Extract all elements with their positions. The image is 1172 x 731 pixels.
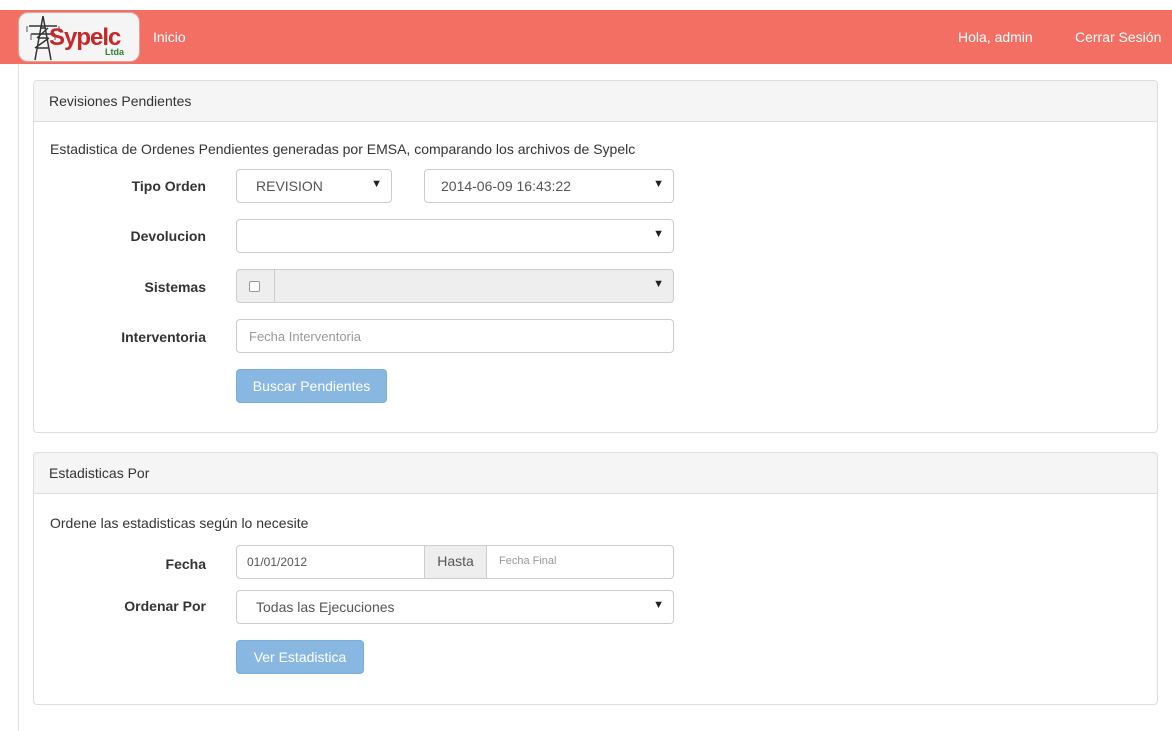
- logout-link[interactable]: Cerrar Sesión: [1075, 29, 1161, 45]
- ver-estadistica-button[interactable]: Ver Estadistica: [236, 640, 364, 674]
- brand-logo[interactable]: Sypelc Ltda: [18, 12, 140, 62]
- pending-reviews-panel: Revisiones Pendientes Estadistica de Ord…: [33, 80, 1158, 433]
- chevron-down-icon: ▼: [653, 178, 664, 190]
- chevron-down-icon: ▼: [653, 278, 664, 290]
- panel-heading: Revisiones Pendientes: [34, 81, 1157, 122]
- top-strip: [0, 0, 1172, 10]
- navbar: Sypelc Ltda Inicio Hola, admin Cerrar Se…: [0, 10, 1172, 64]
- buscar-pendientes-button[interactable]: Buscar Pendientes: [236, 369, 387, 403]
- fecha-orden-value: 2014-06-09 16:43:22: [441, 178, 571, 194]
- left-divider: [18, 64, 19, 731]
- interventoria-placeholder: Fecha Interventoria: [249, 329, 362, 344]
- fecha-orden-select[interactable]: 2014-06-09 16:43:22 ▼: [424, 169, 674, 203]
- ordenar-value: Todas las Ejecuciones: [256, 599, 395, 615]
- tipo-orden-value: REVISION: [256, 178, 323, 194]
- hasta-addon: Hasta: [424, 546, 487, 578]
- tipo-orden-label: Tipo Orden: [131, 178, 206, 194]
- ordenar-select[interactable]: Todas las Ejecuciones ▼: [236, 590, 674, 624]
- panel-heading: Estadisticas Por: [34, 453, 1157, 494]
- interventoria-input[interactable]: Fecha Interventoria: [236, 319, 674, 353]
- ordenar-label: Ordenar Por: [124, 598, 206, 614]
- fecha-start-input[interactable]: 01/01/2012: [247, 555, 307, 569]
- chevron-down-icon: ▼: [653, 228, 664, 240]
- fecha-end-input[interactable]: Fecha Final: [499, 555, 556, 567]
- devolucion-select[interactable]: ▼: [236, 219, 674, 253]
- panel-description: Ordene las estadisticas según lo necesit…: [50, 515, 309, 531]
- fecha-label: Fecha: [165, 556, 206, 572]
- fecha-range-group: 01/01/2012 Hasta Fecha Final: [236, 545, 674, 579]
- logo-subtext: Ltda: [105, 47, 124, 57]
- nav-home-link[interactable]: Inicio: [153, 29, 186, 45]
- devolucion-label: Devolucion: [130, 228, 206, 244]
- sistemas-checkbox[interactable]: [249, 281, 260, 292]
- sistemas-input-group: ▼: [236, 269, 674, 303]
- chevron-down-icon: ▼: [653, 599, 664, 611]
- statistics-panel: Estadisticas Por Ordene las estadisticas…: [33, 452, 1158, 705]
- panel-description: Estadistica de Ordenes Pendientes genera…: [50, 141, 636, 157]
- chevron-down-icon: ▼: [371, 178, 382, 190]
- interventoria-label: Interventoria: [121, 329, 206, 345]
- sistemas-label: Sistemas: [144, 279, 206, 295]
- user-greeting-link[interactable]: Hola, admin: [958, 29, 1033, 45]
- tipo-orden-select[interactable]: REVISION ▼: [236, 169, 392, 203]
- sistemas-checkbox-addon: [237, 270, 275, 302]
